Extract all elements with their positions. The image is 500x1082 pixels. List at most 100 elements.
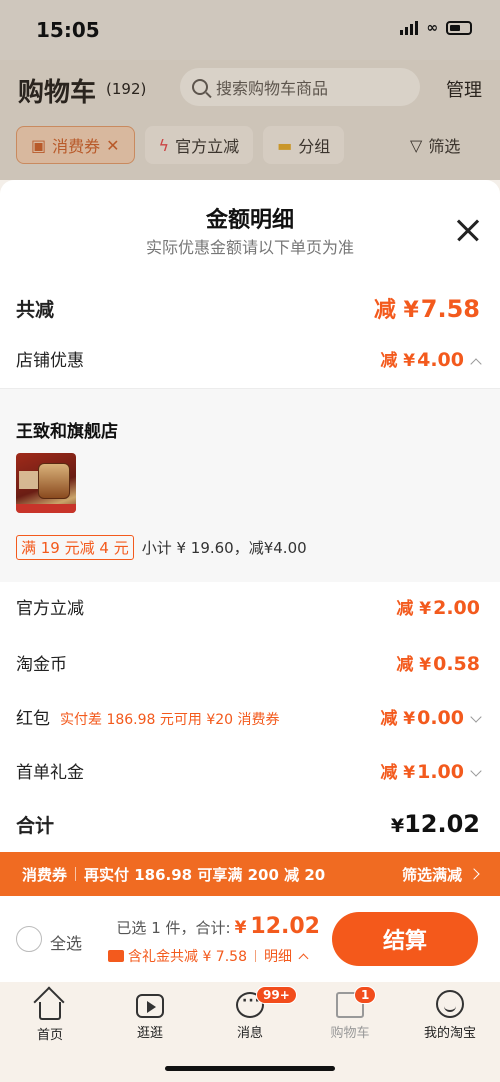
product-thumbnail[interactable]	[16, 453, 76, 513]
taojinbi-value: 0.58	[433, 653, 480, 675]
close-icon[interactable]	[456, 218, 480, 242]
official-discount-value: 2.00	[433, 597, 480, 619]
taojinbi-row: 淘金币 减 ¥ 0.58	[16, 650, 480, 675]
status-bar: 15:05 ∞	[0, 0, 500, 60]
chevron-down-icon	[470, 765, 482, 777]
coupon-icon: ▣	[31, 135, 47, 155]
total-label: 合计	[16, 814, 55, 837]
store-discount-row[interactable]: 店铺优惠 减 ¥ 4.00	[16, 346, 482, 371]
profile-icon	[436, 990, 464, 1018]
total-discount-value: 7.58	[420, 295, 480, 323]
promo-tag: 满 19 元减 4 元	[16, 535, 134, 560]
home-icon	[39, 1002, 61, 1020]
filter-chips: ▣ 消费券 ✕ ϟ 官方立减 ▬ 分组	[16, 126, 345, 164]
checkout-button[interactable]: 结算	[332, 912, 478, 966]
taojinbi-amount: 减 ¥ 0.58	[396, 650, 480, 675]
hongbao-label-group: 红包 实付差 186.98 元可用 ¥20 消费券	[16, 704, 280, 729]
tab-explore[interactable]: 逛逛	[100, 990, 200, 1041]
hongbao-label: 红包	[16, 709, 50, 729]
tab-messages-label: 消息	[236, 1026, 263, 1041]
promo-line: 满 19 元减 4 元 小计 ¥ 19.60，减¥4.00	[16, 535, 307, 560]
tab-profile[interactable]: 我的淘宝	[400, 990, 500, 1041]
chevron-down-icon	[470, 711, 482, 723]
manage-button[interactable]: 管理	[446, 76, 482, 102]
chevron-up-icon	[298, 953, 309, 963]
status-icons: ∞	[400, 20, 472, 36]
store-discount-amount: 减 ¥ 4.00	[380, 346, 482, 371]
discount-detail-text: 含礼金共减 ¥ 7.58	[128, 949, 247, 965]
coupon-banner[interactable]: 消费券 再实付 186.98 可享满 200 减 20 筛选满减	[0, 852, 500, 896]
chip-group-label: 分组	[298, 137, 331, 156]
store-detail: 王致和旗舰店 满 19 元减 4 元 小计 ¥ 19.60，减¥4.00	[0, 388, 500, 582]
store-name: 王致和旗舰店	[16, 422, 118, 442]
amount-detail-sheet: 金额明细 实际优惠金额请以下单页为准 共减 减 ¥ 7.58 店铺优惠 减 ¥ …	[0, 180, 500, 852]
hongbao-row[interactable]: 红包 实付差 186.98 元可用 ¥20 消费券 减 ¥ 0.00	[16, 704, 482, 729]
first-order-amount: 减 ¥ 1.00	[380, 758, 482, 783]
detail-link-label: 明细	[263, 949, 292, 965]
tab-explore-label: 逛逛	[136, 1026, 163, 1041]
chip-coupon[interactable]: ▣ 消费券 ✕	[16, 126, 135, 164]
cart-count: (192)	[106, 80, 147, 98]
promo-subtotal: 小计 ¥ 19.60，减¥4.00	[141, 539, 307, 557]
close-icon[interactable]: ✕	[106, 136, 119, 155]
total-discount-prefix: 减 ¥	[373, 298, 419, 323]
filter-button[interactable]: ▽ 筛选	[410, 126, 460, 164]
ticket-icon	[108, 950, 124, 962]
total-value: 12.02	[404, 810, 480, 838]
hongbao-amount: 减 ¥ 0.00	[380, 704, 482, 729]
official-discount-label: 官方立减	[16, 599, 84, 619]
status-time: 15:05	[36, 18, 100, 42]
official-discount-prefix: 减 ¥	[396, 599, 432, 619]
taojinbi-prefix: 减 ¥	[396, 655, 432, 675]
checkout-price: 12.02	[250, 914, 320, 939]
jar-image	[38, 463, 70, 499]
tab-home[interactable]: 首页	[0, 990, 100, 1043]
wifi-icon: ∞	[426, 20, 438, 36]
first-order-prefix: 减 ¥	[380, 763, 416, 783]
hongbao-prefix: 减 ¥	[380, 709, 416, 729]
tab-cart-label: 购物车	[330, 1026, 370, 1041]
select-all-label[interactable]: 全选	[50, 930, 82, 954]
tab-messages[interactable]: 消息 99+	[200, 986, 300, 1041]
cart-badge: 1	[354, 986, 377, 1004]
sheet-subtitle: 实际优惠金额请以下单页为准	[145, 238, 354, 257]
banner-action[interactable]: 筛选满减	[401, 864, 480, 885]
page-title: 购物车	[18, 78, 97, 108]
search-input[interactable]: 搜索购物车商品	[180, 68, 420, 106]
chip-official[interactable]: ϟ 官方立减	[144, 126, 254, 164]
total-discount-label: 共减	[16, 298, 55, 321]
battery-icon	[446, 21, 472, 35]
funnel-icon: ▽	[410, 135, 423, 155]
official-discount-row: 官方立减 减 ¥ 2.00	[16, 594, 480, 619]
discount-detail-link[interactable]: 含礼金共减 ¥ 7.58 明细	[108, 946, 309, 966]
taojinbi-label: 淘金币	[16, 655, 67, 675]
store-discount-value: 4.00	[417, 349, 464, 371]
thumbnail-bar	[16, 504, 76, 513]
chip-official-label: 官方立减	[175, 137, 240, 156]
chip-group[interactable]: ▬ 分组	[263, 126, 345, 164]
signal-icon	[400, 21, 419, 35]
tab-home-label: 首页	[36, 1028, 63, 1043]
play-icon	[136, 994, 164, 1018]
total-amount: ¥12.02	[391, 810, 480, 838]
first-order-value: 1.00	[417, 761, 464, 783]
tab-profile-label: 我的淘宝	[423, 1026, 476, 1041]
total-discount-row: 共减 减 ¥ 7.58	[16, 292, 480, 324]
total-prefix: ¥	[390, 815, 405, 837]
store-discount-label: 店铺优惠	[16, 351, 84, 371]
hongbao-value: 0.00	[417, 707, 464, 729]
banner-action-label: 筛选满减	[401, 865, 462, 884]
folder-icon: ▬	[277, 135, 293, 155]
select-all-radio[interactable]	[16, 926, 42, 952]
chevron-up-icon	[470, 358, 482, 370]
home-indicator	[165, 1066, 335, 1071]
lightning-icon: ϟ	[158, 135, 170, 155]
search-placeholder: 搜索购物车商品	[216, 79, 329, 98]
total-row: 合计 ¥12.02	[16, 810, 480, 838]
official-discount-amount: 减 ¥ 2.00	[396, 594, 480, 619]
chevron-right-icon	[468, 868, 480, 880]
banner-divider	[75, 867, 77, 881]
first-order-row[interactable]: 首单礼金 减 ¥ 1.00	[16, 758, 482, 783]
tab-cart[interactable]: 购物车 1	[300, 986, 400, 1041]
chip-coupon-label: 消费券	[52, 137, 101, 156]
